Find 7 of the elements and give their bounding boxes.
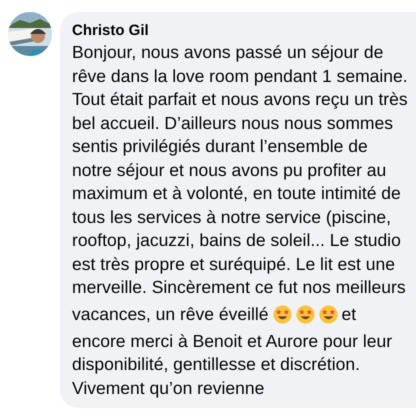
star-eyes-face-icon xyxy=(296,305,314,324)
star-eyes-face-icon xyxy=(318,305,338,324)
comment-text: et xyxy=(342,302,356,326)
comment-text: vacances, un rêve éveillé xyxy=(72,302,268,326)
comment-text: encore merci à Benoit et Aurore pour leur disponibilité, gentillesse et discrétion. Vivement qu’on revienne xyxy=(72,330,394,400)
author-name[interactable]: Christo Gil xyxy=(72,21,149,41)
star-eyes-face-icon xyxy=(272,305,292,324)
